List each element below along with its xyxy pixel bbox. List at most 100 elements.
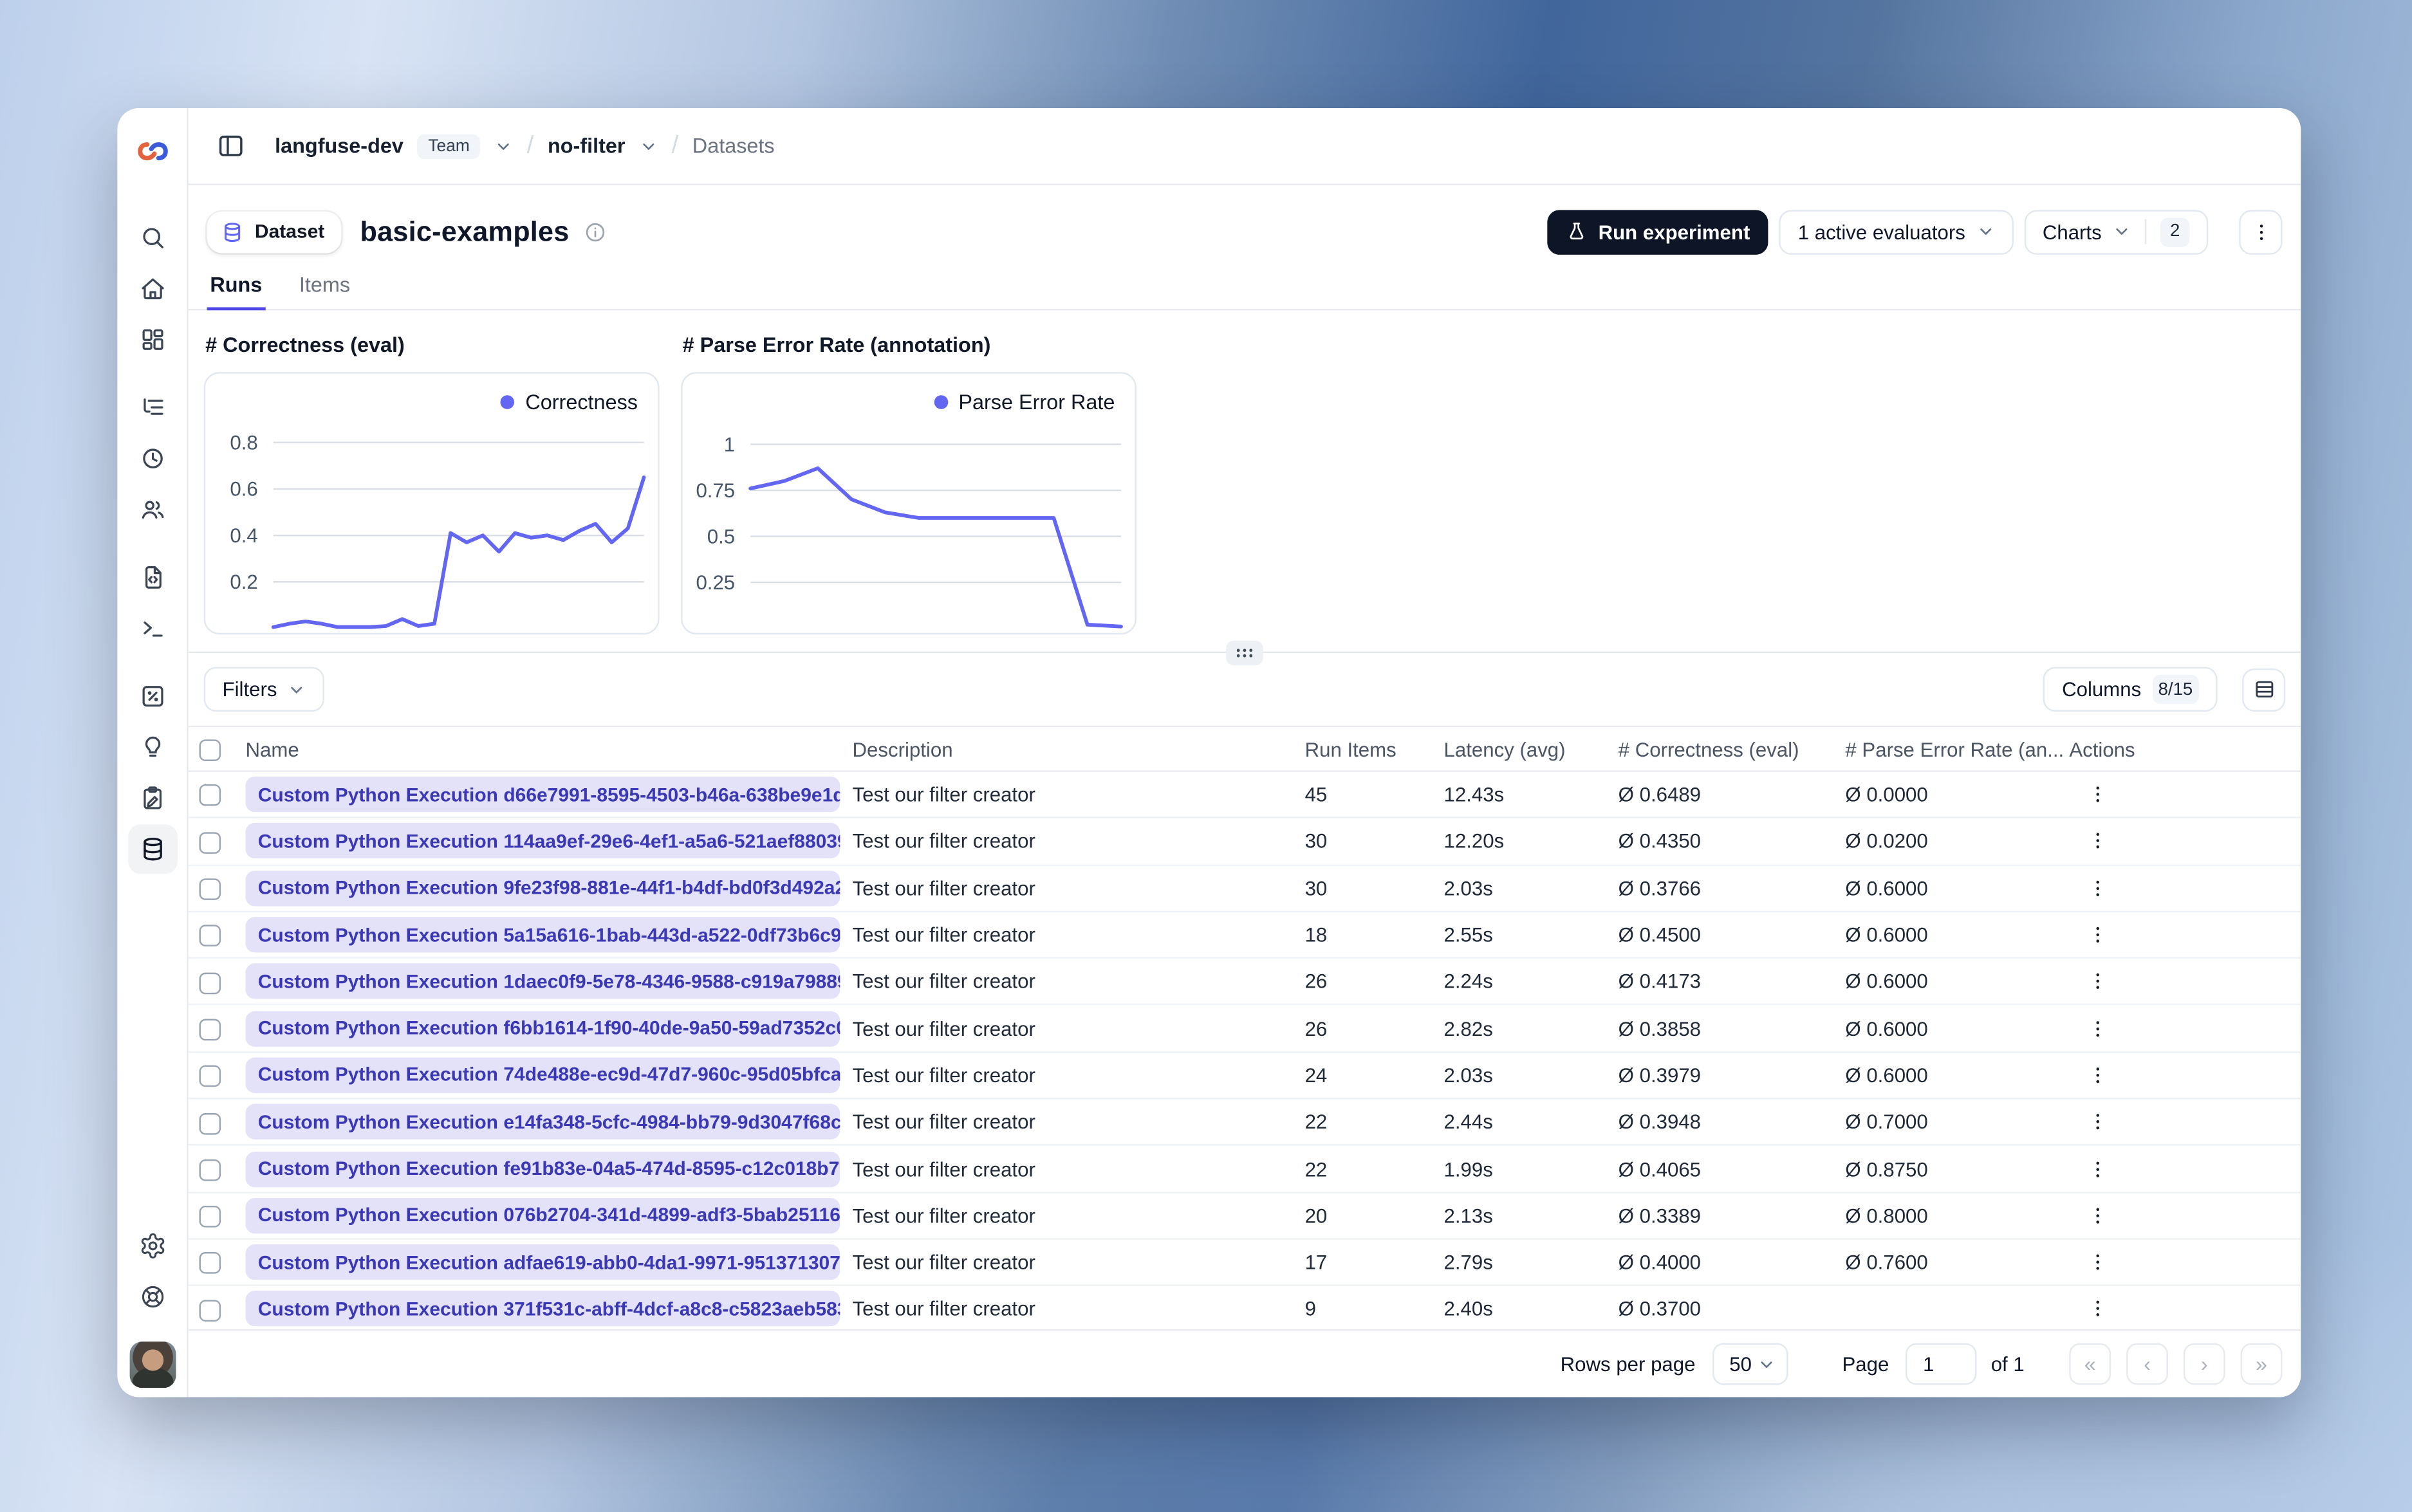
- sidebar-item-scores[interactable]: [127, 672, 177, 721]
- filters-button[interactable]: Filters: [203, 667, 325, 712]
- run-description: Test our filter creator: [852, 782, 1035, 806]
- row-checkbox[interactable]: [199, 831, 221, 854]
- row-actions-button[interactable]: [2069, 1017, 2301, 1040]
- row-checkbox[interactable]: [199, 1159, 221, 1181]
- column-header-correctness[interactable]: # Correctness (eval): [1619, 737, 1846, 761]
- prev-page-button[interactable]: ‹: [2126, 1343, 2168, 1385]
- column-header-description[interactable]: Description: [853, 737, 1305, 761]
- sidebar-item-settings[interactable]: [127, 1221, 177, 1271]
- chevron-down-icon[interactable]: [494, 136, 513, 155]
- run-correctness-avg: Ø 0.4173: [1618, 970, 1702, 993]
- run-name-link[interactable]: Custom Python Execution 076b2704-341d-48…: [245, 1197, 840, 1233]
- run-name-link[interactable]: Custom Python Execution 371f531c-abff-4d…: [245, 1291, 840, 1327]
- charts-toggle-button[interactable]: Charts 2: [2024, 209, 2209, 254]
- breadcrumb-section[interactable]: Datasets: [692, 134, 775, 158]
- more-actions-button[interactable]: [2239, 209, 2283, 254]
- active-evaluators-button[interactable]: 1 active evaluators: [1779, 209, 2014, 254]
- desktop-background: langfuse-dev Team / no-filter / Datasets…: [0, 0, 2412, 1512]
- row-actions-button[interactable]: [2069, 1157, 2301, 1180]
- kebab-icon: [2096, 1254, 2099, 1270]
- first-page-button[interactable]: «: [2069, 1343, 2111, 1385]
- rows-per-page-label: Rows per page: [1560, 1352, 1696, 1376]
- run-name-link[interactable]: Custom Python Execution f6bb1614-1f90-40…: [245, 1010, 840, 1046]
- chevron-down-icon: [2113, 223, 2131, 241]
- run-name-link[interactable]: Custom Python Execution 114aa9ef-29e6-4e…: [245, 823, 840, 860]
- row-actions-button[interactable]: [2069, 783, 2301, 806]
- resize-handle[interactable]: [1226, 640, 1263, 665]
- sidebar-item-prompts[interactable]: [127, 553, 177, 602]
- run-name-link[interactable]: Custom Python Execution d66e7991-8595-45…: [245, 777, 840, 813]
- select-all-checkbox[interactable]: [199, 739, 221, 761]
- kebab-icon: [2096, 1020, 2099, 1037]
- sidebar-item-insights[interactable]: [127, 723, 177, 772]
- tab-runs[interactable]: Runs: [207, 273, 266, 311]
- sidebar-item-users[interactable]: [127, 484, 177, 534]
- row-checkbox[interactable]: [199, 878, 221, 900]
- row-checkbox[interactable]: [199, 1206, 221, 1228]
- run-name-link[interactable]: Custom Python Execution fe91b83e-04a5-47…: [245, 1150, 840, 1187]
- row-checkbox[interactable]: [199, 1065, 221, 1087]
- tab-items[interactable]: Items: [296, 273, 353, 311]
- next-page-button[interactable]: ›: [2183, 1343, 2225, 1385]
- row-checkbox[interactable]: [199, 1299, 221, 1322]
- breadcrumb-project[interactable]: no-filter: [548, 134, 626, 158]
- sidebar-item-playground[interactable]: [127, 604, 177, 653]
- columns-button[interactable]: Columns 8/15: [2043, 667, 2218, 712]
- row-actions-button[interactable]: [2069, 1111, 2301, 1134]
- sidebar-item-datasets[interactable]: [127, 824, 177, 874]
- column-header-actions: Actions: [2069, 737, 2135, 761]
- run-name-link[interactable]: Custom Python Execution 5a15a616-1bab-44…: [245, 917, 840, 953]
- sidebar-item-sessions[interactable]: [127, 434, 177, 483]
- sidebar-item-tracing[interactable]: [127, 383, 177, 432]
- rows-per-page-select[interactable]: 50: [1712, 1343, 1788, 1385]
- kebab-icon: [2096, 1114, 2099, 1130]
- run-name-link[interactable]: Custom Python Execution 1daec0f9-5e78-43…: [245, 964, 840, 1000]
- run-name-link[interactable]: Custom Python Execution 9fe23f98-881e-44…: [245, 870, 840, 906]
- column-header-name[interactable]: Name: [246, 737, 853, 761]
- sidebar-item-support[interactable]: [127, 1272, 177, 1322]
- sidebar-item-dashboard[interactable]: [127, 315, 177, 364]
- run-correctness-avg: Ø 0.3979: [1618, 1064, 1702, 1087]
- info-icon[interactable]: [583, 220, 606, 243]
- table-body: Custom Python Execution d66e7991-8595-45…: [188, 772, 2301, 1329]
- table-row: Custom Python Execution f6bb1614-1f90-40…: [188, 1006, 2301, 1053]
- row-checkbox[interactable]: [199, 1112, 221, 1134]
- run-items-count: 45: [1304, 782, 1328, 806]
- topbar: langfuse-dev Team / no-filter / Datasets: [188, 108, 2301, 185]
- run-experiment-button[interactable]: Run experiment: [1547, 209, 1769, 254]
- breadcrumb-org[interactable]: langfuse-dev: [275, 134, 404, 158]
- row-height-button[interactable]: [2242, 667, 2286, 711]
- legend-dot: [500, 395, 515, 409]
- row-actions-button[interactable]: [2069, 923, 2301, 946]
- column-header-latency[interactable]: Latency (avg): [1444, 737, 1619, 761]
- table-row: Custom Python Execution 74de488e-ec9d-47…: [188, 1053, 2301, 1100]
- run-latency: 2.79s: [1443, 1250, 1493, 1274]
- sidebar-item-home[interactable]: [127, 264, 177, 313]
- row-checkbox[interactable]: [199, 925, 221, 947]
- column-header-parse-error[interactable]: # Parse Error Rate (an...: [1845, 737, 2069, 761]
- row-checkbox[interactable]: [199, 1252, 221, 1275]
- row-checkbox[interactable]: [199, 972, 221, 994]
- sidebar-item-annotation[interactable]: [127, 773, 177, 823]
- chevron-down-icon[interactable]: [639, 136, 658, 155]
- svg-text:1: 1: [724, 433, 735, 456]
- row-actions-button[interactable]: [2069, 1298, 2301, 1321]
- column-header-run-items[interactable]: Run Items: [1305, 737, 1444, 761]
- run-name-link[interactable]: Custom Python Execution adfae619-abb0-4d…: [245, 1244, 840, 1280]
- page-number-input[interactable]: [1906, 1343, 1978, 1385]
- run-name-link[interactable]: Custom Python Execution e14fa348-5cfc-49…: [245, 1104, 840, 1140]
- last-page-button[interactable]: »: [2240, 1343, 2283, 1385]
- table-row: Custom Python Execution e14fa348-5cfc-49…: [188, 1100, 2301, 1147]
- row-checkbox[interactable]: [199, 784, 221, 807]
- row-actions-button[interactable]: [2069, 1064, 2301, 1087]
- row-actions-button[interactable]: [2069, 876, 2301, 899]
- row-actions-button[interactable]: [2069, 1204, 2301, 1227]
- panel-toggle-button[interactable]: [207, 123, 254, 169]
- row-actions-button[interactable]: [2069, 830, 2301, 853]
- run-name-link[interactable]: Custom Python Execution 74de488e-ec9d-47…: [245, 1057, 840, 1093]
- sidebar-item-search[interactable]: [127, 213, 177, 263]
- row-checkbox[interactable]: [199, 1019, 221, 1041]
- row-actions-button[interactable]: [2069, 1251, 2301, 1274]
- user-avatar[interactable]: [129, 1341, 176, 1388]
- row-actions-button[interactable]: [2069, 970, 2301, 993]
